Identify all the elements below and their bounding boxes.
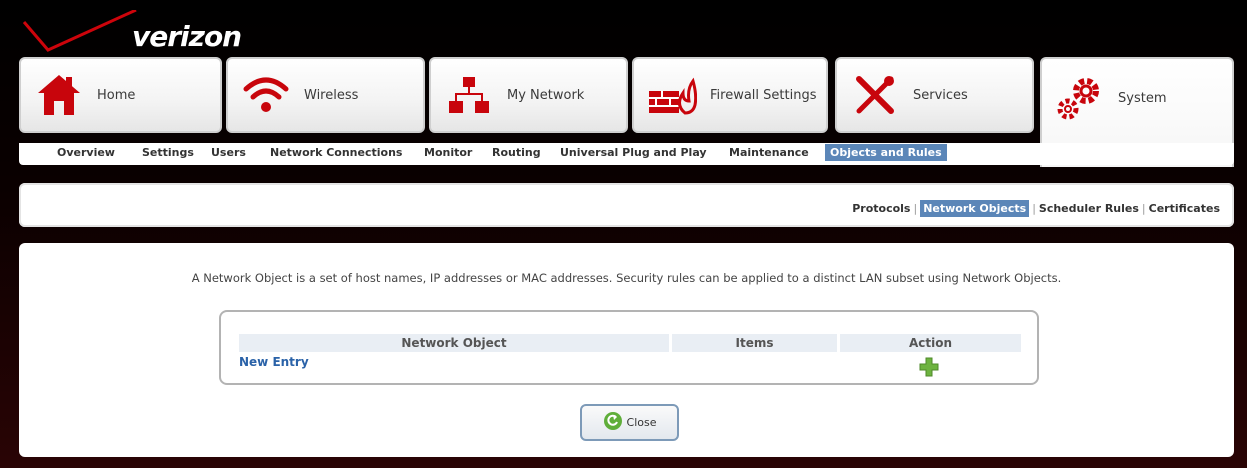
page-background: verizon Home Wireless My Network Firewal… — [0, 0, 1247, 468]
subnav-network-connections[interactable]: Network Connections — [270, 146, 402, 159]
subnav-users[interactable]: Users — [211, 146, 246, 159]
logo-text: verizon — [132, 20, 242, 53]
network-objects-table: Network Object Items Action New Entry — [219, 310, 1039, 385]
sub-navigation: Overview Settings Users Network Connecti… — [19, 143, 1234, 165]
subnav-upnp[interactable]: Universal Plug and Play — [560, 146, 707, 159]
tools-icon — [845, 65, 905, 125]
header-action: Action — [840, 334, 1021, 352]
link-protocols[interactable]: Protocols — [852, 202, 910, 215]
link-scheduler-rules[interactable]: Scheduler Rules — [1039, 202, 1139, 215]
main-tabs: Home Wireless My Network Firewall Settin… — [19, 57, 1234, 167]
tab-wireless-label: Wireless — [304, 87, 359, 103]
subnav-monitor[interactable]: Monitor — [424, 146, 472, 159]
tab-firewall-settings-label: Firewall Settings — [710, 87, 817, 103]
tab-services[interactable]: Services — [835, 57, 1034, 133]
tab-services-label: Services — [913, 87, 968, 103]
close-button[interactable]: Close — [580, 404, 679, 441]
link-certificates[interactable]: Certificates — [1149, 202, 1220, 215]
new-entry-link[interactable]: New Entry — [239, 355, 309, 369]
separator: | — [913, 202, 918, 215]
separator: | — [1141, 202, 1146, 215]
subnav-settings[interactable]: Settings — [142, 146, 194, 159]
section-links-panel: Protocols | Network Objects | Scheduler Rule… — [19, 183, 1234, 227]
link-network-objects[interactable]: Network Objects — [920, 200, 1030, 217]
verizon-logo: verizon — [18, 10, 318, 58]
tab-my-network[interactable]: My Network — [429, 57, 628, 133]
section-links: Protocols | Network Objects | Scheduler Rule… — [852, 200, 1220, 217]
tab-home-label: Home — [97, 87, 136, 103]
subnav-objects-and-rules[interactable]: Objects and Rules — [825, 144, 947, 161]
content-panel: A Network Object is a set of host names,… — [19, 243, 1234, 457]
header-network-object: Network Object — [239, 334, 669, 352]
page-description: A Network Object is a set of host names,… — [191, 271, 1062, 285]
subnav-overview[interactable]: Overview — [57, 146, 115, 159]
close-button-label: Close — [626, 416, 657, 429]
separator: | — [1032, 202, 1036, 215]
gears-icon — [1050, 68, 1110, 128]
wireless-icon — [236, 65, 296, 125]
tab-home[interactable]: Home — [19, 57, 222, 133]
tab-system-label: System — [1118, 90, 1167, 106]
header-items: Items — [672, 334, 837, 352]
network-icon — [439, 65, 499, 125]
close-icon — [603, 411, 623, 435]
add-icon[interactable] — [919, 357, 939, 377]
tab-firewall-settings[interactable]: Firewall Settings — [632, 57, 828, 133]
home-icon — [29, 65, 89, 125]
tab-wireless[interactable]: Wireless — [226, 57, 425, 133]
tab-my-network-label: My Network — [507, 87, 585, 103]
firewall-icon — [642, 65, 702, 125]
subnav-routing[interactable]: Routing — [492, 146, 541, 159]
subnav-maintenance[interactable]: Maintenance — [729, 146, 809, 159]
